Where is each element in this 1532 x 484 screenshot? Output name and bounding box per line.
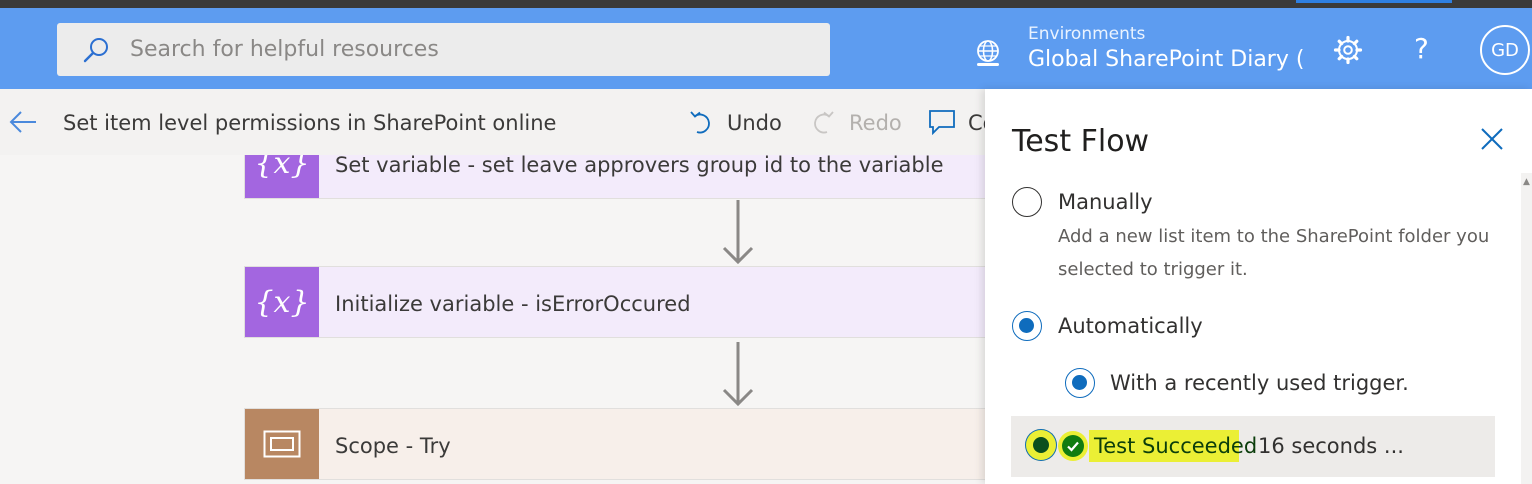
scope-icon xyxy=(245,409,319,479)
radio-recent-trigger[interactable] xyxy=(1065,368,1095,398)
flow-name: Set item level permissions in SharePoint… xyxy=(63,111,557,135)
settings-gear-icon[interactable] xyxy=(1333,35,1363,65)
flow-step-scope-try[interactable]: Scope - Try xyxy=(244,408,985,480)
close-icon[interactable] xyxy=(1480,127,1504,151)
flow-step-initialize-variable[interactable]: {x} Initialize variable - isErrorOccured xyxy=(244,266,985,338)
avatar-initials: GD xyxy=(1491,39,1519,61)
panel-title: Test Flow xyxy=(1012,124,1150,159)
help-button[interactable]: ? xyxy=(1414,32,1429,65)
environment-picker[interactable]: Global SharePoint Diary ( xyxy=(1028,47,1304,72)
back-arrow-icon[interactable] xyxy=(8,109,38,135)
window-top-strip xyxy=(0,0,1532,8)
variable-icon: {x} xyxy=(245,155,319,198)
undo-icon[interactable] xyxy=(688,109,714,135)
option-recent-trigger-label[interactable]: With a recently used trigger. xyxy=(1110,371,1409,395)
undo-button[interactable]: Undo xyxy=(727,111,782,135)
avatar[interactable]: GD xyxy=(1480,25,1530,75)
test-flow-panel: Test Flow ▲ Manually Add a new list item… xyxy=(985,89,1532,484)
redo-button[interactable]: Redo xyxy=(849,111,902,135)
check-circle-icon xyxy=(1062,435,1084,457)
globe-icon xyxy=(972,37,1004,69)
command-bar: Set item level permissions in SharePoint… xyxy=(0,89,996,155)
app-header: Search for helpful resources Environment… xyxy=(0,8,1532,89)
scroll-up-icon[interactable]: ▲ xyxy=(1523,177,1530,187)
recent-run-row[interactable]: Test Succeeded 16 seconds ... xyxy=(1011,416,1495,477)
panel-scrollbar[interactable] xyxy=(1521,173,1532,484)
radio-automatically[interactable] xyxy=(1012,311,1042,341)
connector-arrow xyxy=(722,200,754,265)
connector-arrow xyxy=(722,342,754,407)
option-automatically-label[interactable]: Automatically xyxy=(1058,314,1203,338)
variable-icon: {x} xyxy=(245,267,319,337)
run-time: 16 seconds ... xyxy=(1258,434,1404,458)
radio-manually[interactable] xyxy=(1012,187,1042,217)
flow-step-set-variable[interactable]: {x} Set variable - set leave approvers g… xyxy=(244,155,985,199)
comment-icon[interactable] xyxy=(928,109,956,136)
run-status: Test Succeeded xyxy=(1094,434,1258,458)
step-label: Set variable - set leave approvers group… xyxy=(335,155,944,177)
top-accent-bar xyxy=(1296,0,1452,3)
redo-icon[interactable] xyxy=(810,109,836,135)
run-radio[interactable] xyxy=(1025,429,1057,461)
step-label: Scope - Try xyxy=(335,434,451,458)
flow-canvas: {x} Set variable - set leave approvers g… xyxy=(0,155,985,484)
search-box[interactable]: Search for helpful resources xyxy=(57,23,830,76)
option-manually-label[interactable]: Manually xyxy=(1058,190,1153,214)
option-manually-description: Add a new list item to the SharePoint fo… xyxy=(1058,226,1490,280)
search-input[interactable]: Search for helpful resources xyxy=(130,37,439,62)
step-label: Initialize variable - isErrorOccured xyxy=(335,292,691,316)
search-icon xyxy=(81,35,111,65)
environments-label: Environments xyxy=(1028,24,1146,44)
